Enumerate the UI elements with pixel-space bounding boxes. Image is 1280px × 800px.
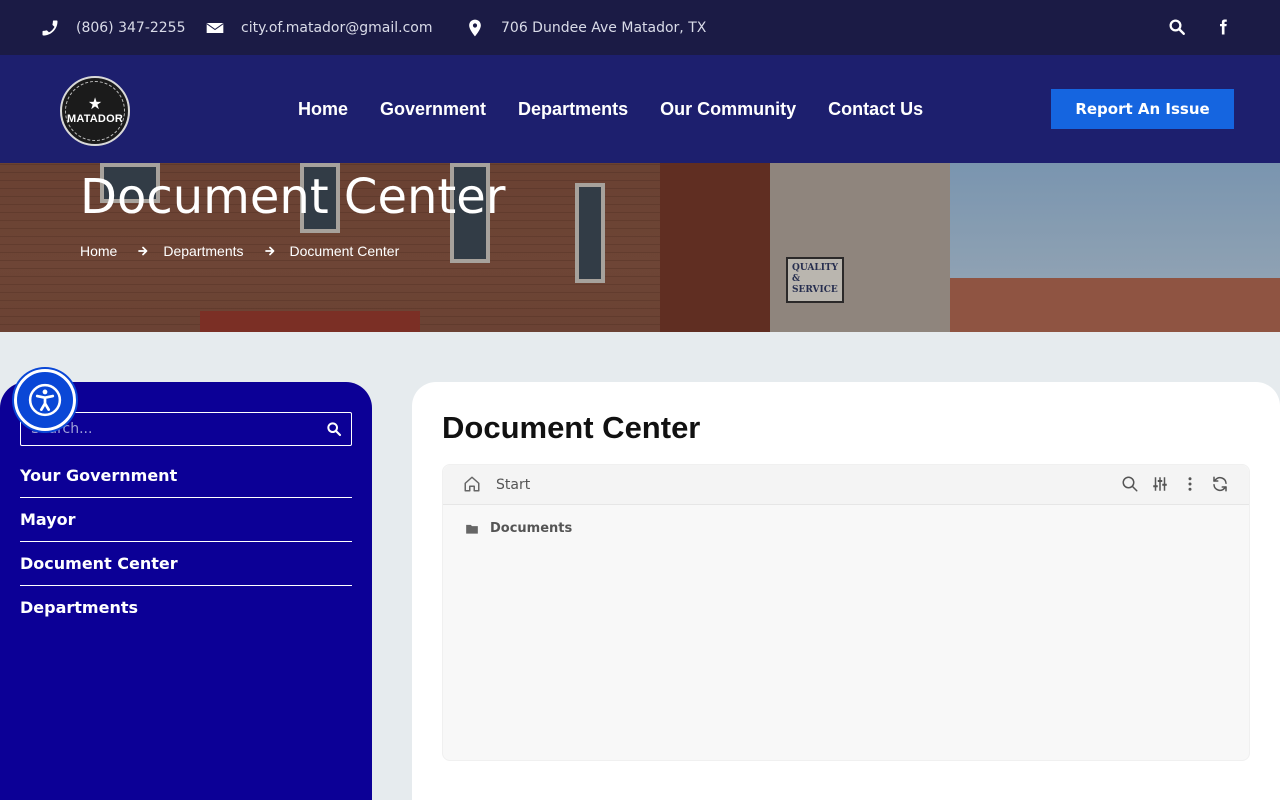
sidebar-search-button[interactable] [317, 412, 351, 446]
facebook-link[interactable] [1210, 14, 1236, 40]
report-issue-button[interactable]: Report An Issue [1051, 89, 1234, 129]
file-manager-refresh-button[interactable] [1211, 475, 1231, 495]
folder-icon [466, 524, 478, 534]
refresh-icon [1213, 476, 1227, 492]
facebook-icon [1220, 19, 1227, 35]
logo-text: MATADOR [67, 113, 123, 125]
nav-departments[interactable]: Departments [518, 99, 628, 120]
sidebar-menu: Your Government Mayor Document Center De… [20, 454, 352, 630]
nav-home[interactable]: Home [298, 99, 348, 120]
breadcrumb-departments[interactable]: Departments [163, 243, 243, 259]
file-manager: Start Documents [442, 464, 1250, 761]
folder-label: Documents [490, 521, 573, 536]
header-search-button[interactable] [1164, 14, 1190, 40]
content-title: Document Center [442, 410, 701, 445]
arrow-right-icon [264, 245, 276, 257]
nav-menu: Home Government Departments Our Communit… [298, 55, 923, 163]
street-address: 706 Dundee Ave Matador, TX [501, 19, 707, 36]
sidebar-item-departments[interactable]: Departments [20, 586, 352, 630]
phone-icon [40, 18, 60, 38]
arrow-right-icon [137, 245, 149, 257]
map-pin-icon [465, 18, 485, 38]
file-manager-search-button[interactable] [1121, 475, 1141, 495]
file-manager-toolbar: Start [443, 465, 1249, 505]
top-contact-bar: (806) 347-2255 city.of.matador@gmail.com… [0, 0, 1280, 55]
file-manager-start-crumb[interactable]: Start [496, 465, 530, 505]
main-navbar: ★ MATADOR Home Government Departments Ou… [0, 55, 1280, 163]
search-icon [1169, 19, 1185, 35]
search-icon [1122, 476, 1138, 492]
sidebar-item-mayor[interactable]: Mayor [20, 498, 352, 542]
nav-contact-us[interactable]: Contact Us [828, 99, 923, 120]
accessibility-icon [28, 383, 62, 417]
logo-seal: ★ MATADOR [65, 81, 125, 141]
filter-sliders-icon [1153, 477, 1167, 491]
address-contact[interactable]: 706 Dundee Ave Matador, TX [465, 0, 706, 55]
sidebar: Your Government Mayor Document Center De… [0, 382, 372, 800]
accessibility-button[interactable] [14, 369, 76, 431]
file-manager-filter-button[interactable] [1151, 475, 1171, 495]
nav-our-community[interactable]: Our Community [660, 99, 796, 120]
more-vertical-icon [1188, 477, 1192, 491]
search-icon [327, 422, 342, 437]
email-address: city.of.matador@gmail.com [241, 19, 433, 36]
file-manager-folder-row[interactable]: Documents [465, 521, 572, 536]
breadcrumb-current: Document Center [289, 243, 400, 259]
envelope-icon [205, 18, 225, 38]
sidebar-item-document-center[interactable]: Document Center [20, 542, 352, 586]
texas-star-icon: ★ [87, 96, 103, 113]
page-title: Document Center [80, 169, 506, 225]
nav-government[interactable]: Government [380, 99, 486, 120]
email-contact[interactable]: city.of.matador@gmail.com [205, 0, 432, 55]
file-manager-home-button[interactable] [463, 475, 483, 495]
home-icon [464, 476, 480, 492]
hero-banner: QUALITY & SERVICE Document Center Home D… [0, 163, 1280, 332]
city-logo[interactable]: ★ MATADOR [60, 76, 130, 146]
phone-contact[interactable]: (806) 347-2255 [40, 0, 186, 55]
main-content: Document Center Start Documents [412, 382, 1280, 800]
phone-number: (806) 347-2255 [76, 19, 186, 36]
breadcrumb: Home Departments Document Center [80, 243, 399, 259]
file-manager-more-button[interactable] [1181, 475, 1201, 495]
sidebar-item-your-government[interactable]: Your Government [20, 454, 352, 498]
breadcrumb-home[interactable]: Home [80, 243, 117, 259]
